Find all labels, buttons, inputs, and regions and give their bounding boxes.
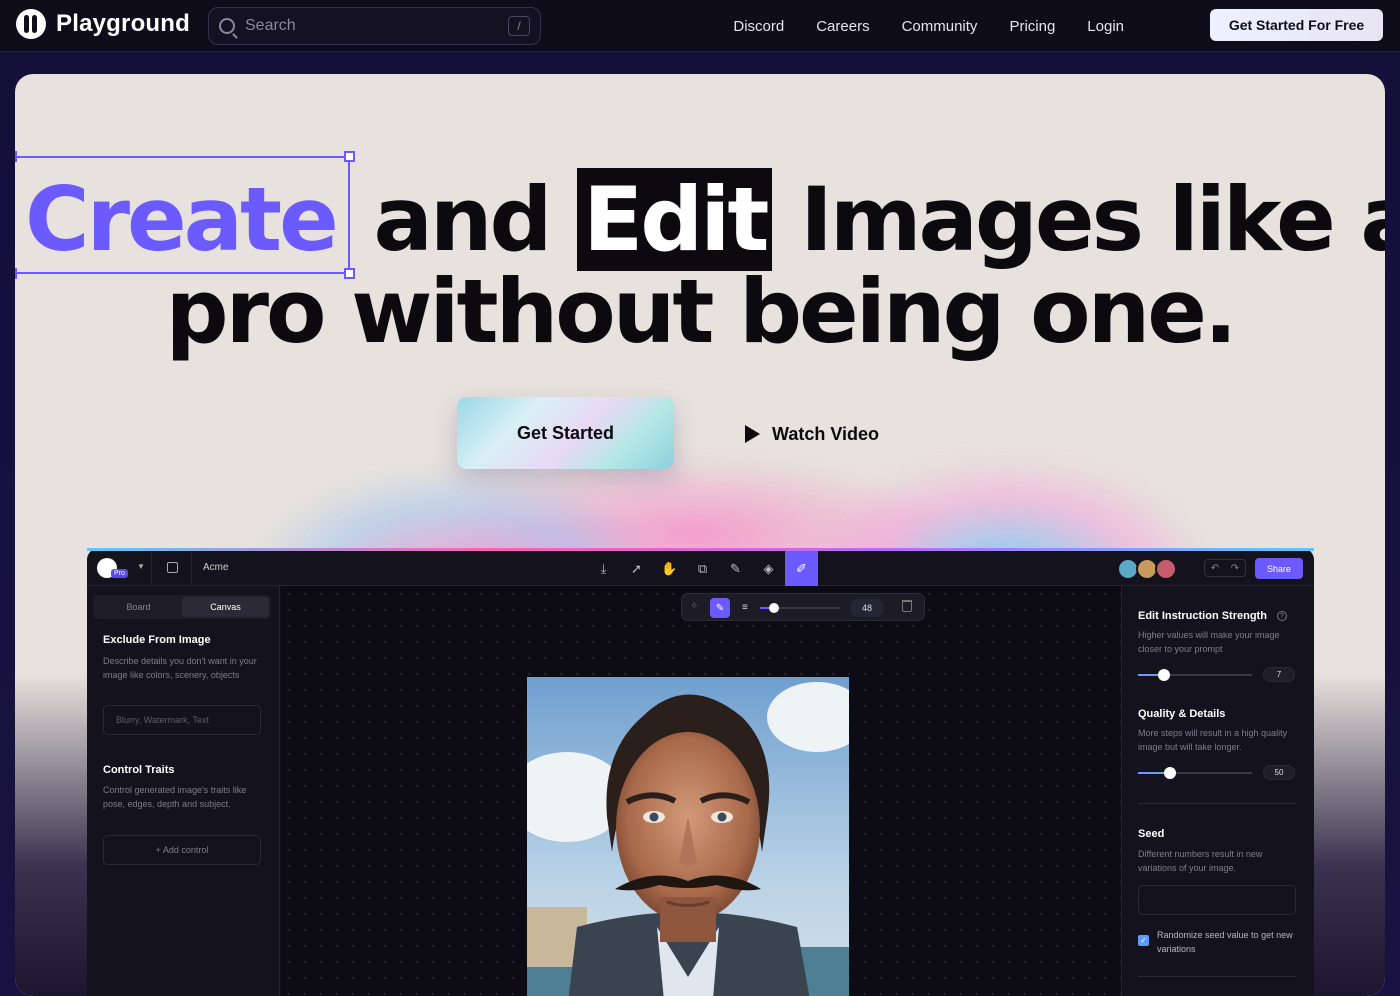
nav-links: Discord Careers Community Pricing Login <box>733 0 1124 52</box>
exclude-input[interactable]: Blurry, Watermark, Text <box>103 705 261 735</box>
strength-value[interactable]: 7 <box>1263 667 1295 682</box>
watch-video-button[interactable]: Watch Video <box>745 416 879 452</box>
import-icon[interactable]: ⤓ <box>587 551 620 586</box>
tab-canvas[interactable]: Canvas <box>182 597 269 617</box>
pen-tool-icon[interactable]: ✎ <box>719 551 752 586</box>
section-divider <box>1138 976 1296 977</box>
strength-description: Higher values will make your image close… <box>1138 630 1280 654</box>
tab-board[interactable]: Board <box>95 597 182 617</box>
editor-toolbar: Pro ▼ Acme ⤓ ➚ ✋ ⧉ ✎ ◈ ✐ ↶ ↷ Share <box>87 551 1314 586</box>
trash-icon[interactable] <box>902 600 912 612</box>
nav-link-pricing[interactable]: Pricing <box>1009 18 1055 35</box>
seed-input[interactable] <box>1138 885 1296 915</box>
search-input[interactable] <box>245 17 508 35</box>
exclude-description: Describe details you don't want in your … <box>103 656 257 680</box>
left-panel: Board Canvas Exclude From Image Describe… <box>87 586 280 996</box>
selection-handle-tl <box>15 151 17 162</box>
search-icon <box>219 18 235 34</box>
search-box[interactable]: / <box>208 7 541 45</box>
randomize-seed-checkbox[interactable]: ✓ <box>1138 935 1149 946</box>
selection-handle-br <box>343 268 355 279</box>
headline-word-create: Create <box>15 151 355 279</box>
quality-description: More steps will result in a high quality… <box>1138 728 1288 752</box>
seed-title: Seed <box>1138 828 1165 840</box>
exclude-title: Exclude From Image <box>103 634 211 646</box>
selection-handle-bl <box>15 268 17 279</box>
strength-title: Edit Instruction Strength <box>1138 610 1267 622</box>
headline-word-edit: Edit <box>577 168 773 271</box>
playground-logo-icon <box>16 9 46 39</box>
add-control-button[interactable]: + Add control <box>103 835 261 865</box>
brand-link[interactable]: Playground <box>16 9 190 39</box>
nav-link-community[interactable]: Community <box>902 18 978 35</box>
search-shortcut-key: / <box>508 16 530 36</box>
hero-headline: Create and Edit Images like a pro withou… <box>15 151 1385 363</box>
quality-slider[interactable] <box>1138 767 1252 779</box>
slider-knob[interactable] <box>769 603 779 613</box>
portrait-illustration <box>527 677 849 996</box>
pro-badge: Pro <box>111 569 128 578</box>
avatar[interactable] <box>1155 558 1177 580</box>
nav-link-careers[interactable]: Careers <box>816 18 869 35</box>
undo-icon[interactable]: ↶ <box>1211 563 1219 574</box>
get-started-button[interactable]: Get Started <box>457 397 674 469</box>
fill-tool-icon[interactable]: ◈ <box>752 551 785 586</box>
editor-preview: Pro ▼ Acme ⤓ ➚ ✋ ⧉ ✎ ◈ ✐ ↶ ↷ Share Board… <box>87 548 1314 996</box>
slider-knob[interactable] <box>1164 767 1176 779</box>
edited-portrait-image[interactable] <box>527 677 849 996</box>
selection-box <box>15 151 355 279</box>
toolbar-divider <box>191 551 192 586</box>
hero-section: Create and Edit Images like a pro withou… <box>15 74 1385 996</box>
strength-slider[interactable] <box>1138 669 1252 681</box>
toolbar-divider <box>151 551 152 586</box>
project-name[interactable]: Acme <box>203 562 229 573</box>
frame-edit-icon[interactable]: ⧉ <box>686 551 719 586</box>
chevron-down-icon[interactable]: ▼ <box>137 562 145 571</box>
quality-title: Quality & Details <box>1138 708 1226 720</box>
selection-handle-tr <box>343 151 355 162</box>
control-traits-description: Control generated image's traits like po… <box>103 785 247 809</box>
play-icon <box>745 425 760 443</box>
control-traits-title: Control Traits <box>103 764 175 776</box>
view-tabs: Board Canvas <box>93 595 271 619</box>
section-divider <box>1138 803 1296 804</box>
canvas-area[interactable]: ✧ ✎ ≡ 48 <box>281 586 1121 996</box>
seed-description: Different numbers result in new variatio… <box>1138 849 1263 873</box>
quality-value[interactable]: 50 <box>1263 765 1295 780</box>
brush-icon[interactable]: ✎ <box>710 598 730 618</box>
brush-settings-bar: ✧ ✎ ≡ 48 <box>681 593 925 621</box>
nav-link-discord[interactable]: Discord <box>733 18 784 35</box>
redo-icon[interactable]: ↷ <box>1231 563 1239 574</box>
randomize-seed-label: Randomize seed value to get new variatio… <box>1157 930 1293 954</box>
collaborator-avatars <box>1117 558 1177 580</box>
brush-tool-icon[interactable]: ✐ <box>785 551 818 586</box>
slider-knob[interactable] <box>1158 669 1170 681</box>
watch-video-label: Watch Video <box>772 423 880 444</box>
undo-redo-group: ↶ ↷ <box>1204 559 1246 577</box>
share-button[interactable]: Share <box>1255 558 1303 579</box>
help-icon[interactable]: ? <box>1277 611 1287 621</box>
brush-size-value[interactable]: 48 <box>850 599 884 617</box>
brand-name: Playground <box>56 10 191 37</box>
right-panel: Edit Instruction Strength ? Higher value… <box>1121 586 1314 996</box>
tool-group: ⤓ ➚ ✋ ⧉ ✎ ◈ ✐ <box>587 551 818 586</box>
select-cursor-icon[interactable]: ➚ <box>620 551 653 586</box>
brush-size-icon: ≡ <box>742 602 748 613</box>
nav-link-login[interactable]: Login <box>1087 18 1124 35</box>
sidebar-toggle-icon[interactable] <box>167 562 178 573</box>
get-started-free-button[interactable]: Get Started For Free <box>1210 9 1383 41</box>
headline-word-and: and <box>373 168 552 271</box>
headline-line-2: pro without being one. <box>165 260 1238 363</box>
magic-wand-icon[interactable]: ✧ <box>690 601 698 612</box>
top-navbar: Playground / Discord Careers Community P… <box>0 0 1400 52</box>
brush-size-slider[interactable] <box>760 603 840 613</box>
headline-line-1: Create and Edit Images like a <box>15 151 1385 279</box>
hand-icon[interactable]: ✋ <box>653 551 686 586</box>
headline-rest-line-1: Images like a <box>800 168 1385 271</box>
